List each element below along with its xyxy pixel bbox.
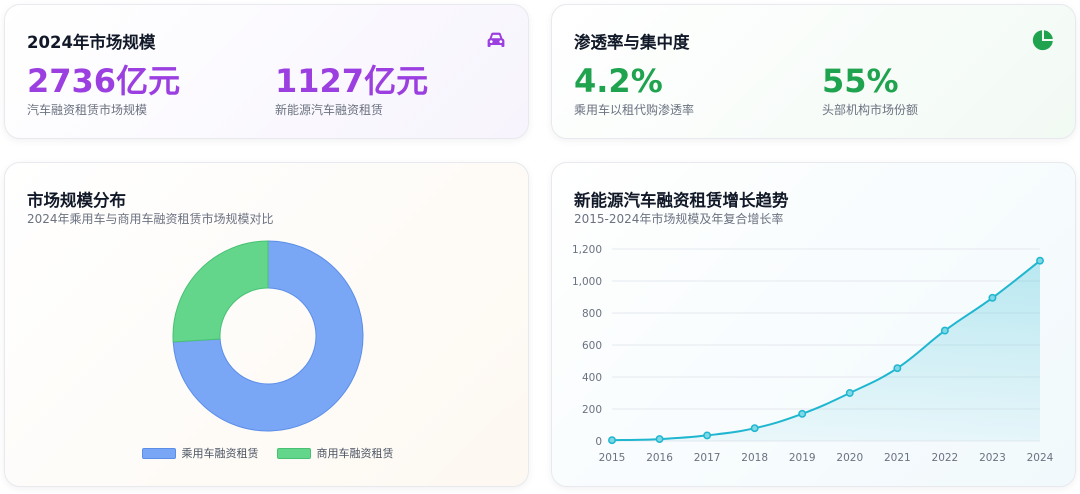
x-tick-label: 2022 (932, 452, 959, 464)
data-point[interactable] (940, 326, 949, 335)
legend-item-commercial[interactable]: 商用车融资租赁 (276, 445, 394, 461)
donut-slice-1[interactable] (172, 240, 269, 343)
x-tick-label: 2017 (694, 452, 721, 464)
penetration-card: 渗透率与集中度 4.2% 乘用车以租代购渗透率 55% 头部机构市场份额 (551, 4, 1076, 139)
donut-legend: 乘用车融资租赁 商用车融资租赁 (5, 445, 528, 461)
y-tick-label: 0 (595, 436, 602, 448)
data-point[interactable] (703, 431, 712, 440)
market-size-stat: 2736亿元 汽车融资租赁市场规模 (27, 63, 180, 118)
data-point[interactable] (893, 364, 902, 373)
penetration-rate-stat: 4.2% 乘用车以租代购渗透率 (574, 63, 694, 118)
distribution-subtitle: 2024年乘用车与商用车融资租赁市场规模对比 (27, 212, 274, 226)
legend-label: 商用车融资租赁 (316, 447, 394, 460)
area-fill (612, 260, 1040, 441)
stat-value: 55% (822, 62, 899, 100)
data-point[interactable] (750, 424, 759, 433)
distribution-card: 市场规模分布 2024年乘用车与商用车融资租赁市场规模对比 乘用车融资租赁 商用… (4, 162, 529, 487)
stat-value: 1127亿元 (275, 62, 429, 100)
stat-label: 汽车融资租赁市场规模 (27, 102, 148, 117)
x-tick-label: 2019 (789, 452, 816, 464)
trend-title: 新能源汽车融资租赁增长趋势 (574, 191, 789, 210)
x-tick-label: 2016 (646, 452, 673, 464)
stat-label: 乘用车以租代购渗透率 (574, 102, 695, 117)
legend-label: 乘用车融资租赁 (181, 447, 259, 460)
y-tick-label: 600 (582, 340, 602, 352)
stat-value: 4.2% (574, 62, 663, 100)
y-tick-label: 400 (582, 372, 602, 384)
legend-swatch (141, 447, 176, 459)
nev-leasing-stat: 1127亿元 新能源汽车融资租赁 (275, 63, 428, 118)
data-point[interactable] (798, 409, 807, 418)
y-tick-label: 800 (582, 308, 602, 320)
data-point[interactable] (655, 435, 664, 444)
pie-chart-icon (1032, 30, 1053, 51)
stat-label: 新能源汽车融资租赁 (275, 102, 384, 117)
trend-card: 0 200 400 600 800 1,000 1,200 2015 2016 2017 2018 2… (551, 162, 1076, 487)
market-size-card: 2024年市场规模 2736亿元 汽车融资租赁市场规模 1127亿元 新能源汽车… (4, 4, 529, 139)
x-tick-label: 2018 (741, 452, 768, 464)
stat-label: 头部机构市场份额 (822, 102, 919, 117)
x-tick-label: 2023 (979, 452, 1006, 464)
y-tick-label: 200 (582, 404, 602, 416)
x-tick-label: 2021 (884, 452, 911, 464)
data-point[interactable] (608, 436, 616, 445)
legend-item-passenger[interactable]: 乘用车融资租赁 (141, 445, 259, 461)
x-tick-label: 2024 (1027, 452, 1054, 464)
data-point[interactable] (845, 389, 854, 397)
y-tick-label: 1,000 (572, 276, 602, 288)
car-icon (487, 32, 505, 47)
data-point[interactable] (988, 293, 997, 302)
trend-subtitle: 2015-2024年市场规模及年复合增长率 (574, 212, 784, 226)
x-tick-label: 2020 (836, 452, 863, 464)
legend-swatch (276, 447, 311, 459)
x-tick-label: 2015 (599, 452, 626, 464)
penetration-title: 渗透率与集中度 (574, 33, 690, 52)
stat-value: 2736亿元 (27, 62, 181, 100)
data-point[interactable] (1036, 256, 1044, 265)
market-share-stat: 55% 头部机构市场份额 (822, 63, 918, 118)
distribution-title: 市场规模分布 (27, 191, 126, 210)
market-size-title: 2024年市场规模 (27, 33, 156, 52)
y-tick-label: 1,200 (572, 244, 602, 256)
